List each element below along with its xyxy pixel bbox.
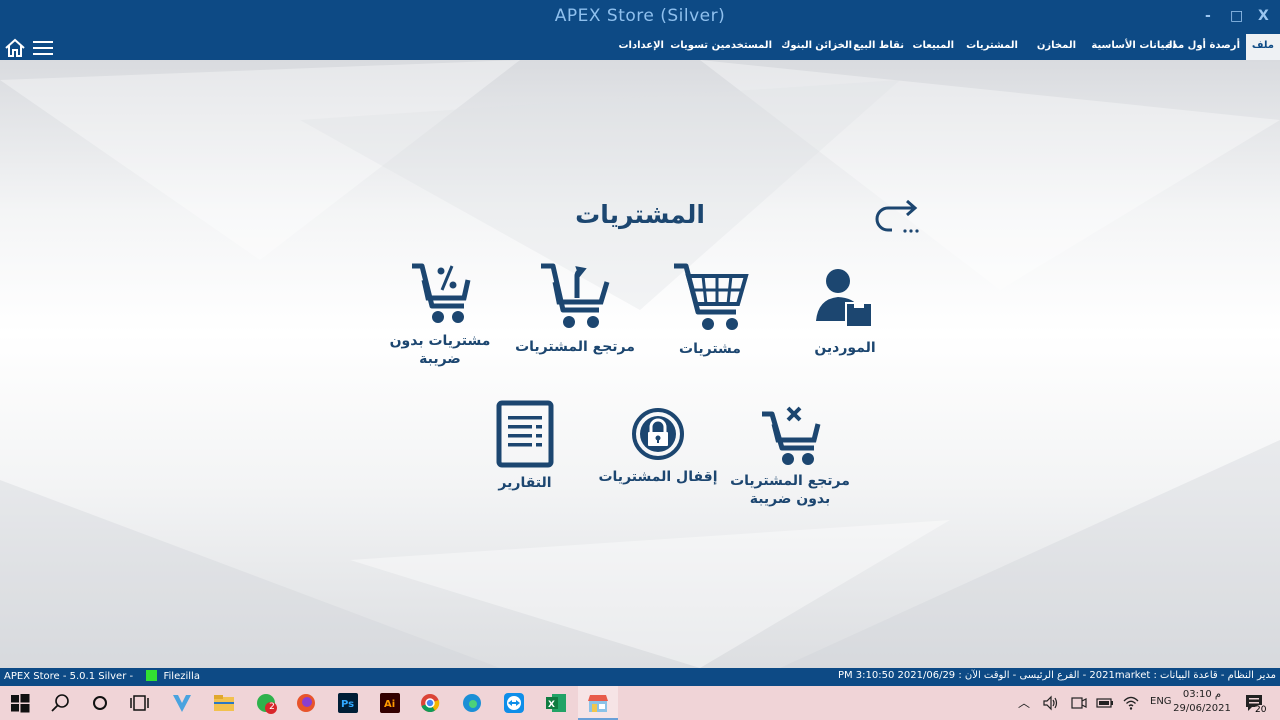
redo-arrow-icon[interactable] <box>874 196 922 236</box>
menu-users[interactable]: المستخدمين <box>712 34 778 60</box>
background-pattern <box>0 60 1280 668</box>
cart-return-no-tax-icon <box>762 406 821 465</box>
title-bar: APEX Store (Silver) - □ X <box>0 0 1280 34</box>
notification-count-badge: 20 <box>1254 705 1268 715</box>
tile-reports-label: التقارير <box>498 475 552 491</box>
tile-suppliers-label: الموردين <box>814 340 876 356</box>
chrome-icon[interactable] <box>418 691 442 715</box>
page-title: المشتريات <box>575 200 705 229</box>
cart-no-tax-icon <box>412 263 471 323</box>
tile-suppliers[interactable]: الموردين <box>790 263 900 357</box>
maximize-button[interactable]: □ <box>1230 8 1243 24</box>
main-area: المشتريات الموردين مشتريات مرتجع المشتري… <box>0 60 1280 668</box>
illustrator-icon[interactable]: Ai <box>378 691 402 715</box>
close-button[interactable]: X <box>1258 8 1269 24</box>
filezilla-status-indicator <box>146 670 158 681</box>
excel-icon[interactable]: X <box>544 691 568 715</box>
tile-purchases-no-tax-line1: مشتريات بدون <box>389 333 491 349</box>
filezilla-text: Filezilla <box>163 671 200 682</box>
search-icon[interactable] <box>48 691 72 715</box>
version-text: APEX Store - 5.0.1 Silver - <box>4 671 134 682</box>
apex-taskbar-active[interactable] <box>578 686 618 720</box>
edge-icon[interactable] <box>460 691 484 715</box>
tile-purchase-returns[interactable]: مرتجع المشتريات <box>515 260 635 356</box>
menu-bar: ملف أرصدة أول مدة البيانات الأساسية المخ… <box>0 34 1280 60</box>
tile-returns-no-tax-label: مرتجع المشتريات بدون ضريبة <box>730 472 850 508</box>
menu-banks[interactable]: البنوك <box>778 34 818 60</box>
teamviewer-icon[interactable] <box>502 691 526 715</box>
cortana-icon[interactable] <box>88 691 112 715</box>
store-icon <box>588 695 608 712</box>
tile-returns-no-tax-line1: مرتجع المشتريات <box>730 473 850 489</box>
tile-purchase-returns-label: مرتجع المشتريات <box>515 339 635 355</box>
tile-returns-no-tax[interactable]: مرتجع المشتريات بدون ضريبة <box>730 402 850 508</box>
tile-close-purchases[interactable]: إقفال المشتريات <box>598 406 718 486</box>
menu-purchases[interactable]: المشتريات <box>960 34 1024 60</box>
camera-icon[interactable] <box>1070 695 1088 711</box>
tile-purchases-no-tax-line2: ضريبة <box>419 351 461 367</box>
volume-icon[interactable] <box>1042 695 1060 711</box>
svg-text:Ai: Ai <box>384 699 395 710</box>
windows-start-icon[interactable] <box>8 691 32 715</box>
tile-purchases-no-tax[interactable]: مشتريات بدون ضريبة <box>385 260 495 368</box>
wifi-icon[interactable] <box>1122 694 1140 712</box>
photoshop-icon[interactable]: Ps <box>336 691 360 715</box>
tile-returns-no-tax-line2: بدون ضريبة <box>749 491 831 507</box>
home-icon[interactable] <box>4 38 26 58</box>
minimize-button[interactable]: - <box>1205 8 1211 24</box>
menu-pos[interactable]: نقاط البيع <box>853 34 910 60</box>
tile-purchases-no-tax-label: مشتريات بدون ضريبة <box>385 332 495 368</box>
whatsapp-badge: 2 <box>269 702 275 712</box>
svg-text:Ps: Ps <box>341 699 354 710</box>
report-icon <box>496 400 554 468</box>
menu-sales[interactable]: المبيعات <box>910 34 960 60</box>
tile-reports[interactable]: التقارير <box>480 400 570 492</box>
clock-time: 03:10 م <box>1182 689 1222 700</box>
battery-icon[interactable] <box>1096 695 1114 711</box>
lock-icon <box>632 408 684 460</box>
tray-chevron-up-icon[interactable]: ︿ <box>1018 694 1030 711</box>
windows-taskbar: 2 Ps Ai X ︿ ENG 03:10 م 29/06/2021 20 <box>0 686 1280 720</box>
status-bar: APEX Store - 5.0.1 Silver - Filezilla مد… <box>0 668 1280 686</box>
vpn-app-icon[interactable] <box>170 691 194 715</box>
hamburger-menu-icon[interactable] <box>33 40 53 56</box>
menu-stores[interactable]: المخازن <box>1024 34 1082 60</box>
tile-purchases-label: مشتريات <box>679 341 741 357</box>
menu-settings[interactable]: الإعدادات <box>610 34 670 60</box>
file-explorer-icon[interactable] <box>212 691 236 715</box>
supplier-icon <box>816 269 873 328</box>
main-menu: ملف أرصدة أول مدة البيانات الأساسية المخ… <box>610 34 1280 60</box>
menu-opening-balances[interactable]: أرصدة أول مدة <box>1166 34 1246 60</box>
menu-file[interactable]: ملف <box>1246 34 1280 60</box>
menu-treasuries[interactable]: الخزائن <box>815 34 858 60</box>
menu-adjustments[interactable]: تسويات <box>670 34 714 60</box>
firefox-icon[interactable] <box>294 691 318 715</box>
window-title: APEX Store (Silver) <box>554 6 726 26</box>
tile-close-purchases-label: إقفال المشتريات <box>598 469 718 485</box>
cart-return-icon <box>541 263 610 328</box>
cart-icon <box>674 263 749 330</box>
clock-date: 29/06/2021 <box>1173 703 1231 714</box>
system-clock[interactable]: 03:10 م 29/06/2021 <box>1168 688 1236 716</box>
tile-purchases[interactable]: مشتريات <box>660 260 760 358</box>
session-info: مدير النظام - قاعدة البيانات : 2021marke… <box>837 670 1276 681</box>
svg-text:X: X <box>548 700 555 710</box>
task-view-icon[interactable] <box>128 691 152 715</box>
